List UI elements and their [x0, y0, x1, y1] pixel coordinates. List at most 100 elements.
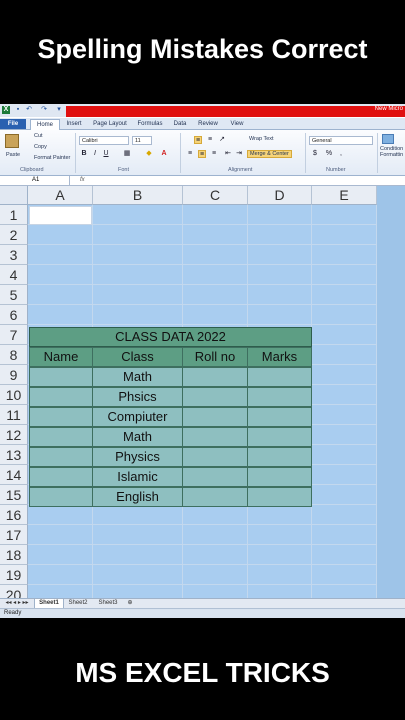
table-cell[interactable]	[182, 447, 248, 467]
tab-page-layout[interactable]: Page Layout	[90, 119, 130, 129]
paste-icon[interactable]	[5, 134, 19, 148]
italic-button[interactable]: I	[91, 150, 99, 158]
row-header-10[interactable]: 10	[0, 385, 28, 405]
cell-a1-selected[interactable]	[29, 206, 92, 225]
row-header-4[interactable]: 4	[0, 265, 28, 285]
redo-icon[interactable]: ↷	[40, 106, 48, 114]
tab-insert[interactable]: Insert	[62, 119, 86, 129]
table-cell[interactable]	[29, 367, 93, 387]
table-cell[interactable]	[182, 487, 248, 507]
align-right-icon[interactable]: ≡	[210, 150, 218, 158]
table-cell[interactable]	[247, 387, 312, 407]
paste-button[interactable]: Paste	[6, 152, 20, 158]
align-top-icon[interactable]: ≡	[194, 136, 202, 144]
borders-icon[interactable]: ▦	[123, 150, 131, 158]
align-left-icon[interactable]: ≡	[186, 150, 194, 158]
save-icon[interactable]: ▪	[14, 106, 22, 114]
class-cell[interactable]: Islamic	[92, 467, 183, 487]
class-cell[interactable]: English	[92, 487, 183, 507]
table-cell[interactable]	[182, 387, 248, 407]
tab-data[interactable]: Data	[170, 119, 190, 129]
percent-button[interactable]: %	[325, 150, 333, 158]
column-header-b[interactable]: B	[93, 186, 183, 205]
table-cell[interactable]	[29, 467, 93, 487]
table-cell[interactable]	[29, 407, 93, 427]
copy-button[interactable]: Copy	[34, 144, 47, 150]
header-roll-no[interactable]: Roll no	[182, 347, 248, 367]
table-cell[interactable]	[29, 487, 93, 507]
font-size-dropdown[interactable]: 11	[132, 136, 152, 145]
conditional-formatting-button[interactable]: Condition Formattin	[380, 146, 405, 160]
bold-button[interactable]: B	[80, 150, 88, 158]
font-name-dropdown[interactable]: Calibri	[79, 136, 129, 145]
row-header-6[interactable]: 6	[0, 305, 28, 325]
column-header-c[interactable]: C	[183, 186, 248, 205]
table-cell[interactable]	[247, 487, 312, 507]
row-header-5[interactable]: 5	[0, 285, 28, 305]
row-header-11[interactable]: 11	[0, 405, 28, 425]
column-header-e[interactable]: E	[312, 186, 377, 205]
tab-review[interactable]: Review	[194, 119, 222, 129]
table-cell[interactable]	[29, 387, 93, 407]
conditional-formatting-icon[interactable]	[382, 134, 394, 144]
header-class[interactable]: Class	[92, 347, 183, 367]
row-header-7[interactable]: 7	[0, 325, 28, 345]
orientation-icon[interactable]: ↗	[218, 136, 226, 144]
table-cell[interactable]	[29, 427, 93, 447]
table-cell[interactable]	[247, 427, 312, 447]
class-cell[interactable]: Physics	[92, 447, 183, 467]
tab-home[interactable]: Home	[30, 119, 60, 130]
class-cell[interactable]: Compiuter	[92, 407, 183, 427]
decrease-indent-icon[interactable]: ⇤	[224, 150, 232, 158]
tab-file[interactable]: File	[0, 119, 26, 129]
fill-color-icon[interactable]: ◆	[145, 150, 153, 158]
table-cell[interactable]	[182, 467, 248, 487]
sheet-tab-2[interactable]: Sheet2	[64, 599, 92, 608]
insert-sheet-icon[interactable]: ⊕	[124, 599, 136, 608]
class-cell[interactable]: Math	[92, 367, 183, 387]
sheet-tab-3[interactable]: Sheet3	[94, 599, 122, 608]
align-center-icon[interactable]: ≡	[198, 150, 206, 158]
class-cell[interactable]: Phsics	[92, 387, 183, 407]
table-cell[interactable]	[182, 407, 248, 427]
name-box[interactable]: A1	[30, 176, 70, 185]
table-cell[interactable]	[182, 367, 248, 387]
undo-icon[interactable]: ↶	[25, 106, 33, 114]
row-header-13[interactable]: 13	[0, 445, 28, 465]
tab-formulas[interactable]: Formulas	[134, 119, 166, 129]
sheet-navigation-icons[interactable]: ◂◂ ◂ ▸ ▸▸	[3, 599, 31, 608]
font-color-icon[interactable]: A	[160, 150, 168, 158]
number-format-dropdown[interactable]: General	[309, 136, 373, 145]
row-header-15[interactable]: 15	[0, 485, 28, 505]
row-header-20[interactable]: 20	[0, 585, 28, 598]
align-middle-icon[interactable]: ≡	[206, 136, 214, 144]
table-cell[interactable]	[247, 467, 312, 487]
merge-center-button[interactable]: Merge & Center	[247, 150, 292, 158]
spreadsheet-grid[interactable]: A B C D E 1 2 3 4 5 6 7 8 9 10 11 12 13 14 15 16 17 18 19 2…	[0, 186, 405, 598]
row-header-3[interactable]: 3	[0, 245, 28, 265]
row-header-9[interactable]: 9	[0, 365, 28, 385]
table-title-cell[interactable]: CLASS DATA 2022	[29, 327, 312, 347]
table-cell[interactable]	[247, 447, 312, 467]
vertical-scroll-area[interactable]	[377, 186, 405, 598]
row-header-17[interactable]: 17	[0, 525, 28, 545]
row-header-8[interactable]: 8	[0, 345, 28, 365]
underline-button[interactable]: U	[102, 150, 110, 158]
fx-icon[interactable]: fx	[80, 176, 85, 185]
format-painter-button[interactable]: Format Painter	[34, 155, 70, 161]
column-header-d[interactable]: D	[248, 186, 312, 205]
header-name[interactable]: Name	[29, 347, 93, 367]
comma-button[interactable]: ,	[337, 150, 345, 158]
customize-quick-access-icon[interactable]: ▾	[55, 106, 63, 114]
select-all-corner[interactable]	[0, 186, 28, 205]
row-header-12[interactable]: 12	[0, 425, 28, 445]
column-header-a[interactable]: A	[28, 186, 93, 205]
table-cell[interactable]	[247, 407, 312, 427]
cut-button[interactable]: Cut	[34, 133, 43, 139]
currency-button[interactable]: $	[311, 150, 319, 158]
table-cell[interactable]	[182, 427, 248, 447]
row-header-16[interactable]: 16	[0, 505, 28, 525]
row-header-19[interactable]: 19	[0, 565, 28, 585]
table-cell[interactable]	[29, 447, 93, 467]
header-marks[interactable]: Marks	[247, 347, 312, 367]
